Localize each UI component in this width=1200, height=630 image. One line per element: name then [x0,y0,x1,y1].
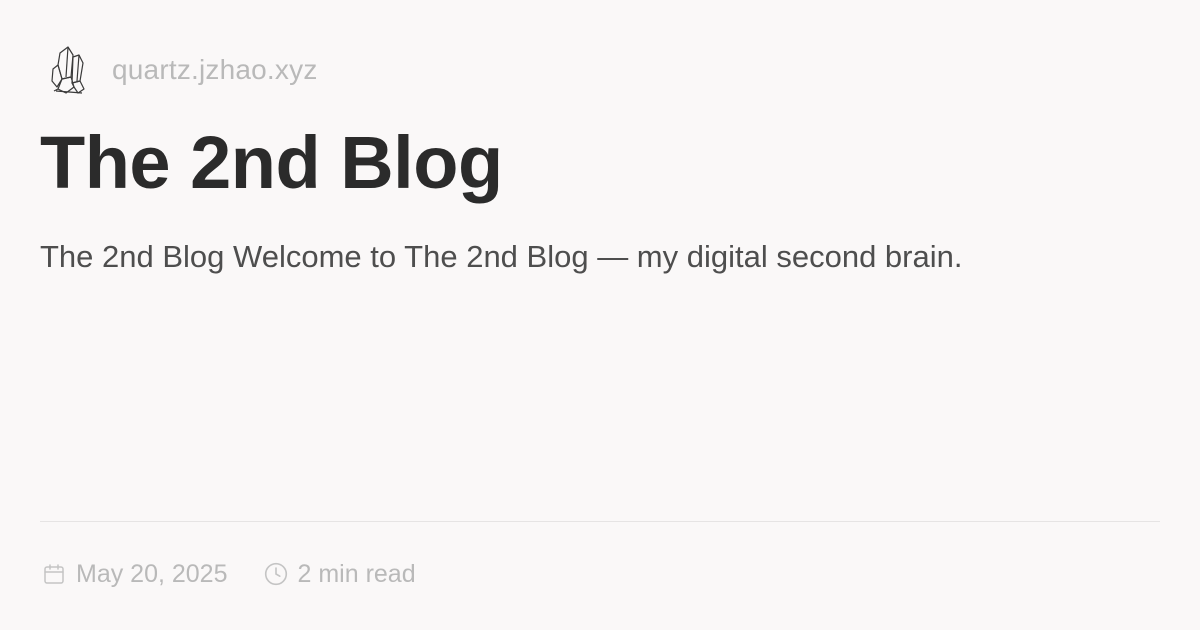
og-card: quartz.jzhao.xyz The 2nd Blog The 2nd Bl… [0,0,1200,630]
site-name: quartz.jzhao.xyz [112,54,318,85]
crystal-icon [46,42,90,98]
publish-date: May 20, 2025 [76,559,228,588]
date-item: May 20, 2025 [40,560,228,589]
clock-icon [262,560,290,588]
page-description: The 2nd Blog Welcome to The 2nd Blog — m… [40,239,963,274]
article-meta: May 20, 2025 2 min read [40,556,450,592]
page-title: The 2nd Blog [40,121,503,204]
reading-time: 2 min read [297,559,416,588]
calendar-icon [40,560,68,588]
site-header: quartz.jzhao.xyz [46,40,318,100]
reading-time-item: 2 min read [262,560,416,589]
divider [40,521,1160,522]
